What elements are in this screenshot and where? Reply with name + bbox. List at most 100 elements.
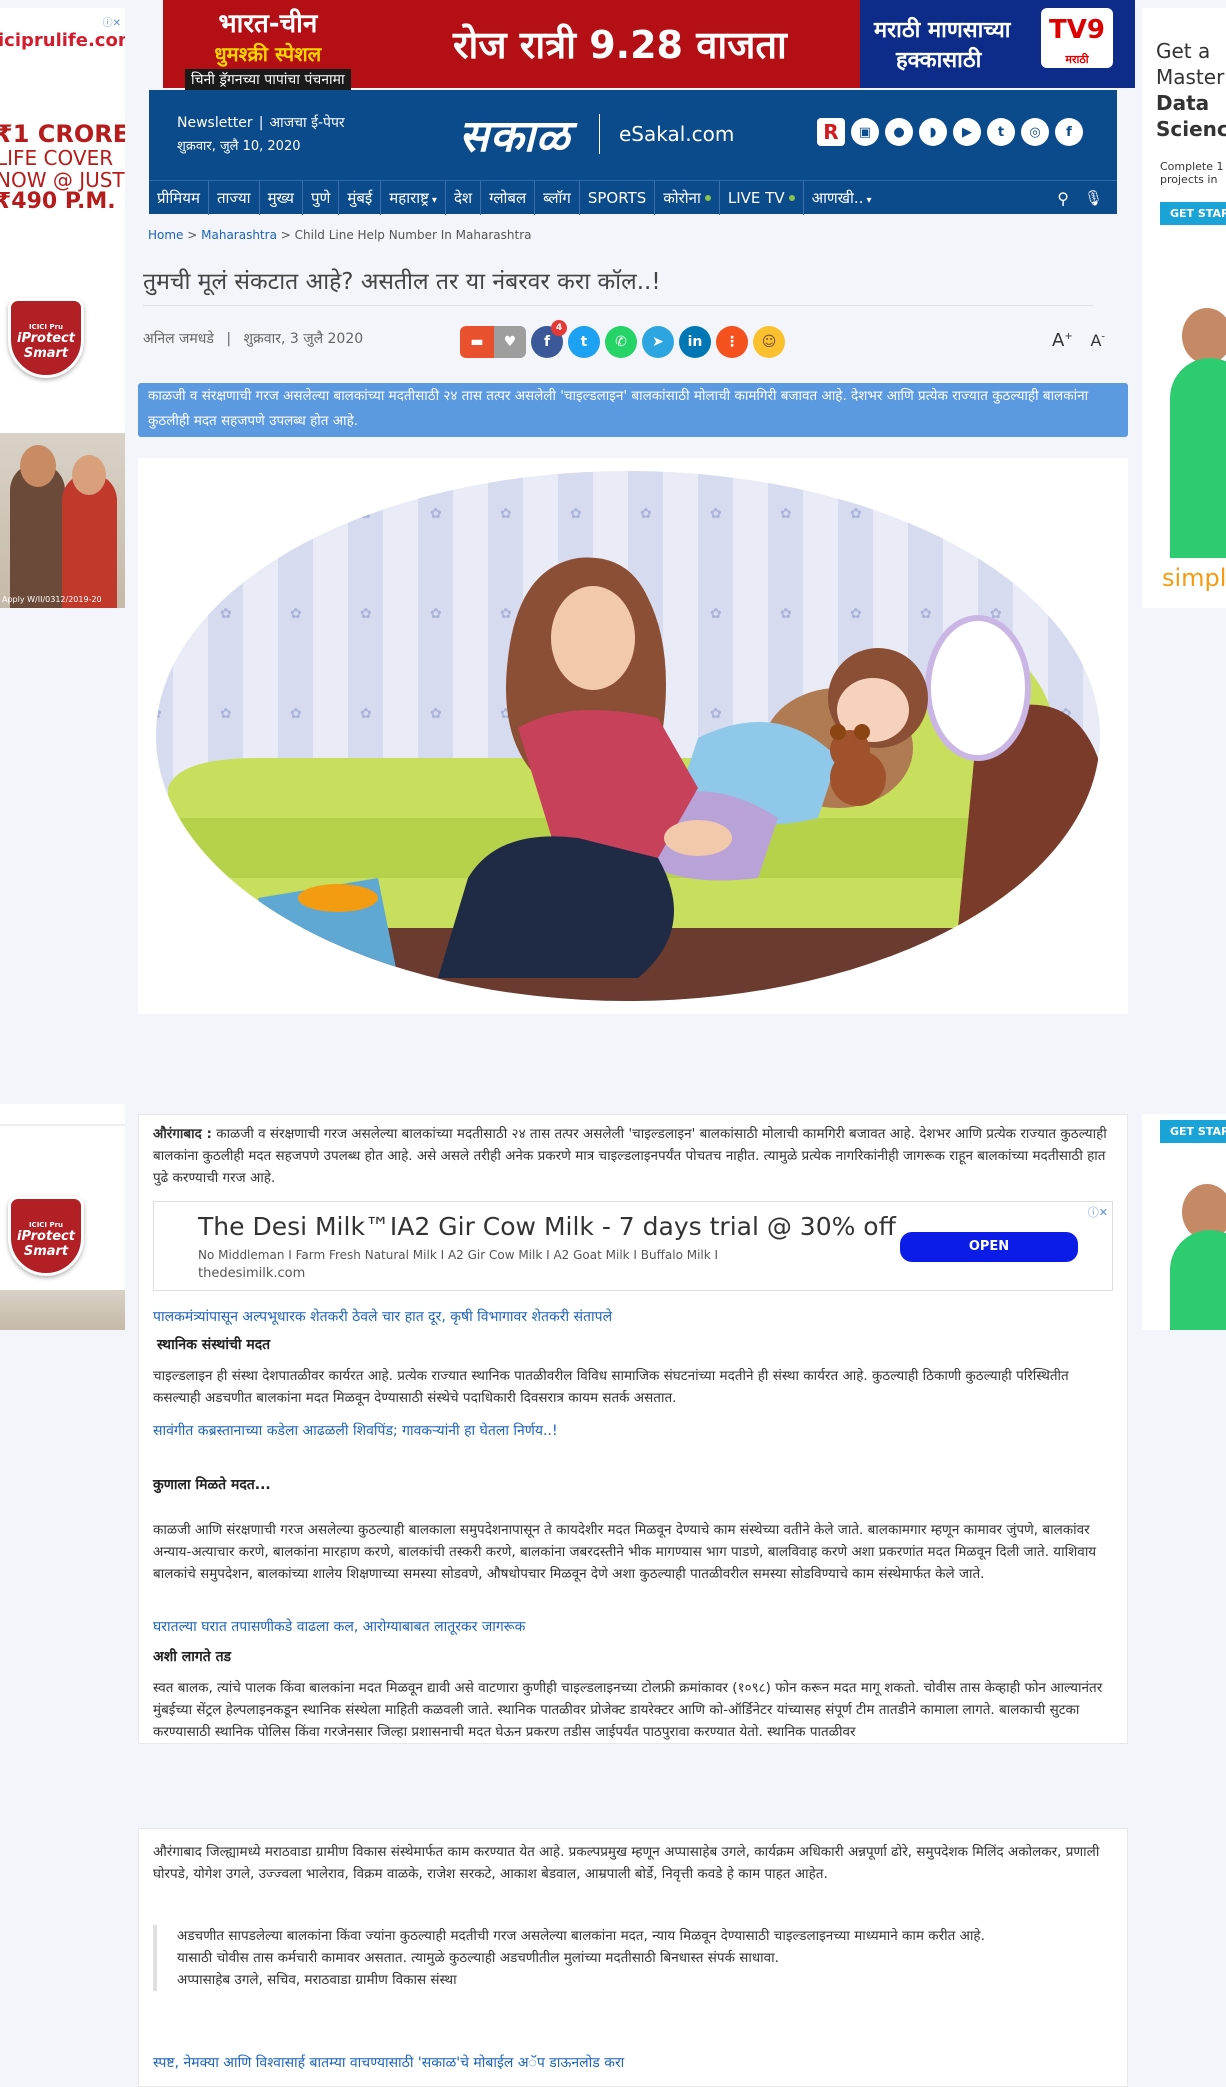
app-download-link[interactable]: स्पष्ट, नेमक्या आणि विश्वासार्ह बातम्या … [153, 2053, 624, 2072]
quote-line: अडचणीत सापडलेल्या बालकांना किंवा ज्यांना… [177, 1928, 985, 1944]
site-header: Newsletter | आजचा ई-पेपर शुक्रवार, जुलै 10… [149, 90, 1117, 180]
emoji-reaction-icon[interactable]: ☺ [753, 326, 785, 358]
font-decrease-icon[interactable]: A- [1090, 331, 1105, 350]
nav-item-mumbai[interactable]: मुंबई [339, 180, 382, 215]
newsletter-link[interactable]: Newsletter [177, 115, 253, 131]
lead-text: काळजी व संरक्षणाची गरज असलेल्या बालकांच्… [153, 1126, 1107, 1186]
ad-shield-logo: ICICI Pru iProtect Smart [8, 1196, 84, 1276]
linkedin-share-icon[interactable]: in [679, 326, 711, 358]
shield-top-text: ICICI Pru [28, 1221, 64, 1229]
nav-item-main[interactable]: मुख्य [260, 180, 304, 215]
apple-icon[interactable]: ● [885, 118, 913, 146]
social-icons: R ▣ ● ◗ ▶ t ◎ f [817, 118, 1083, 146]
nav-item-latest[interactable]: ताज्या [209, 180, 260, 215]
header-date: शुक्रवार, जुलै 10, 2020 [177, 139, 301, 154]
sakal-logo[interactable]: सकाळ [459, 104, 570, 164]
whatsapp-share-icon[interactable]: ✆ [605, 326, 637, 358]
youtube-icon[interactable]: ▶ [953, 118, 981, 146]
article-paragraph: काळजी आणि संरक्षणाची गरज असलेल्या कुठल्य… [153, 1522, 1097, 1582]
nav-item-blog[interactable]: ब्लॉग [535, 180, 580, 215]
comment-icon[interactable]: ▬ [460, 326, 494, 358]
banner-slogan: मराठी माणसाच्या [874, 18, 1011, 43]
nav-item-more[interactable]: आणखी.. ▾ [804, 181, 880, 215]
nav-item-maharashtra[interactable]: महाराष्ट्र ▾ [381, 180, 446, 215]
ad-line: ₹490 P.M. [0, 189, 116, 214]
left-side-ad-lower[interactable]: ICICI Pru iProtect Smart [0, 1104, 125, 1330]
shield-name: iProtect Smart [17, 331, 75, 361]
byline: अनिल जमधडे | शुक्रवार, 3 जुलै 2020 [143, 331, 364, 347]
font-size-controls: A+ A- [1052, 330, 1105, 351]
chevron-down-icon: ▾ [866, 194, 872, 206]
inline-ad[interactable]: ⓘ✕ The Desi Milk™IA2 Gir Cow Milk - 7 da… [153, 1201, 1113, 1291]
font-increase-icon[interactable]: A+ [1052, 330, 1073, 351]
author-name[interactable]: अनिल जमधडे [143, 331, 214, 347]
epaper-link[interactable]: आजचा ई-पेपर [269, 115, 344, 131]
nav-item-global[interactable]: ग्लोबल [481, 180, 536, 215]
left-side-ad[interactable]: ⓘ✕ iciprulife.com ₹1 CRORE LIFE COVER NO… [0, 8, 125, 608]
ad-headline: ₹1 CRORE [0, 120, 125, 148]
facebook-icon[interactable]: f [1055, 118, 1083, 146]
ad-close-icon[interactable]: ⓘ✕ [103, 14, 121, 29]
top-banner-ad[interactable]: भारत-चीन धुमश्क्री स्पेशल चिनी ड्रॅगनच्य… [163, 0, 1135, 90]
ad-text: Data [1156, 91, 1210, 115]
breadcrumb-section[interactable]: Maharashtra [201, 228, 277, 242]
right-side-ad-lower[interactable]: GET STAR [1142, 1114, 1226, 1330]
breadcrumb-home[interactable]: Home [148, 228, 183, 242]
related-link[interactable]: पालकमंत्र्यांपासून अल्पभूधारक शेतकरी ठेव… [153, 1307, 612, 1326]
article-lead: औरंगाबाद : काळजी व संरक्षणाची गरज असलेल्… [153, 1123, 1113, 1189]
like-icon[interactable]: ♥ [494, 326, 526, 358]
nav-item-label: आणखी.. [811, 188, 864, 207]
ad-person-body [1170, 358, 1226, 558]
section-heading: कुणाला मिळते मदत... [153, 1477, 271, 1493]
nav-item-premium[interactable]: प्रीमियम [149, 180, 209, 215]
twitter-share-icon[interactable]: t [568, 326, 600, 358]
more-share-icon[interactable]: ⋮ [716, 326, 748, 358]
nav-item-label: कोरोना [663, 188, 701, 207]
article-paragraph: स्वत बालक, त्यांचे पालक किंवा बालकांना म… [153, 1680, 1103, 1740]
r-logo-icon[interactable]: R [817, 118, 845, 146]
mic-icon[interactable]: 🎙 [1084, 189, 1103, 207]
ad-get-started-button[interactable]: GET STAR [1160, 202, 1226, 225]
title-divider [143, 305, 1093, 306]
ad-close-icon[interactable]: ⓘ✕ [1088, 1204, 1108, 1220]
hero-image: ✿ ✿ ✿ ✿ [138, 458, 1128, 1014]
ad-text: Master [1156, 65, 1225, 89]
publish-date: शुक्रवार, 3 जुलै 2020 [243, 331, 364, 347]
ad-line: NOW @ JUST [0, 168, 125, 192]
telegram-share-icon[interactable]: ➤ [642, 326, 674, 358]
ad-url: thedesimilk.com [198, 1266, 306, 1281]
main-nav: प्रीमियम ताज्या मुख्य पुणे मुंबई महाराष्… [149, 180, 1117, 215]
related-link[interactable]: घरातल्या घरात तपासणीकडे वाढला कल, आरोग्य… [153, 1617, 525, 1636]
live-dot-icon [788, 195, 795, 201]
android-icon[interactable]: ▣ [851, 118, 879, 146]
ad-text: Scienc [1156, 117, 1226, 141]
ad-brand: simpli [1162, 564, 1226, 592]
ad-title[interactable]: The Desi Milk™IA2 Gir Cow Milk - 7 days … [198, 1212, 896, 1241]
instagram-icon[interactable]: ◎ [1021, 118, 1049, 146]
quote-author: अप्पासाहेब उगले, सचिव, मराठवाडा ग्रामीण … [177, 1972, 457, 1988]
facebook-share-icon[interactable]: f4 [531, 320, 567, 358]
nav-item-corona[interactable]: कोरोना [655, 180, 720, 215]
hero-illustration: ✿ ✿ ✿ ✿ [156, 471, 1100, 1001]
related-link[interactable]: सावंगीत कब्रस्तानाच्या कडेला आढळली शिवपि… [153, 1421, 558, 1440]
nav-item-live-tv[interactable]: LIVE TV [720, 180, 804, 215]
rss-icon[interactable]: ◗ [919, 118, 947, 146]
ad-get-started-button[interactable]: GET STAR [1160, 1120, 1226, 1143]
article-body: औरंगाबाद : काळजी व संरक्षणाची गरज असलेल्… [138, 1114, 1128, 1744]
esakal-logo[interactable]: eSakal.com [619, 122, 734, 146]
tv9-logo-sub: मराठी [1065, 53, 1089, 66]
ad-open-button[interactable]: OPEN [900, 1232, 1078, 1262]
chevron-down-icon: ▾ [431, 194, 437, 206]
article-summary: काळजी व संरक्षणाची गरज असलेल्या बालकांच्… [138, 383, 1128, 437]
tv9-logo-text: TV9 [1049, 15, 1105, 45]
ad-text: Get a [1156, 39, 1211, 63]
nav-item-desh[interactable]: देश [446, 180, 482, 215]
banner-title: भारत-चीन [218, 9, 318, 39]
shield-name: iProtect Smart [17, 1229, 75, 1259]
search-icon[interactable]: ⚲ [1057, 189, 1069, 208]
banner-time: रोज रात्री 9.28 वाजता [453, 23, 787, 67]
twitter-icon[interactable]: t [987, 118, 1015, 146]
nav-item-pune[interactable]: पुणे [303, 180, 340, 215]
nav-item-sports[interactable]: SPORTS [580, 180, 656, 215]
right-side-ad[interactable]: Get a Master Data Scienc Complete 1 proj… [1142, 8, 1226, 608]
